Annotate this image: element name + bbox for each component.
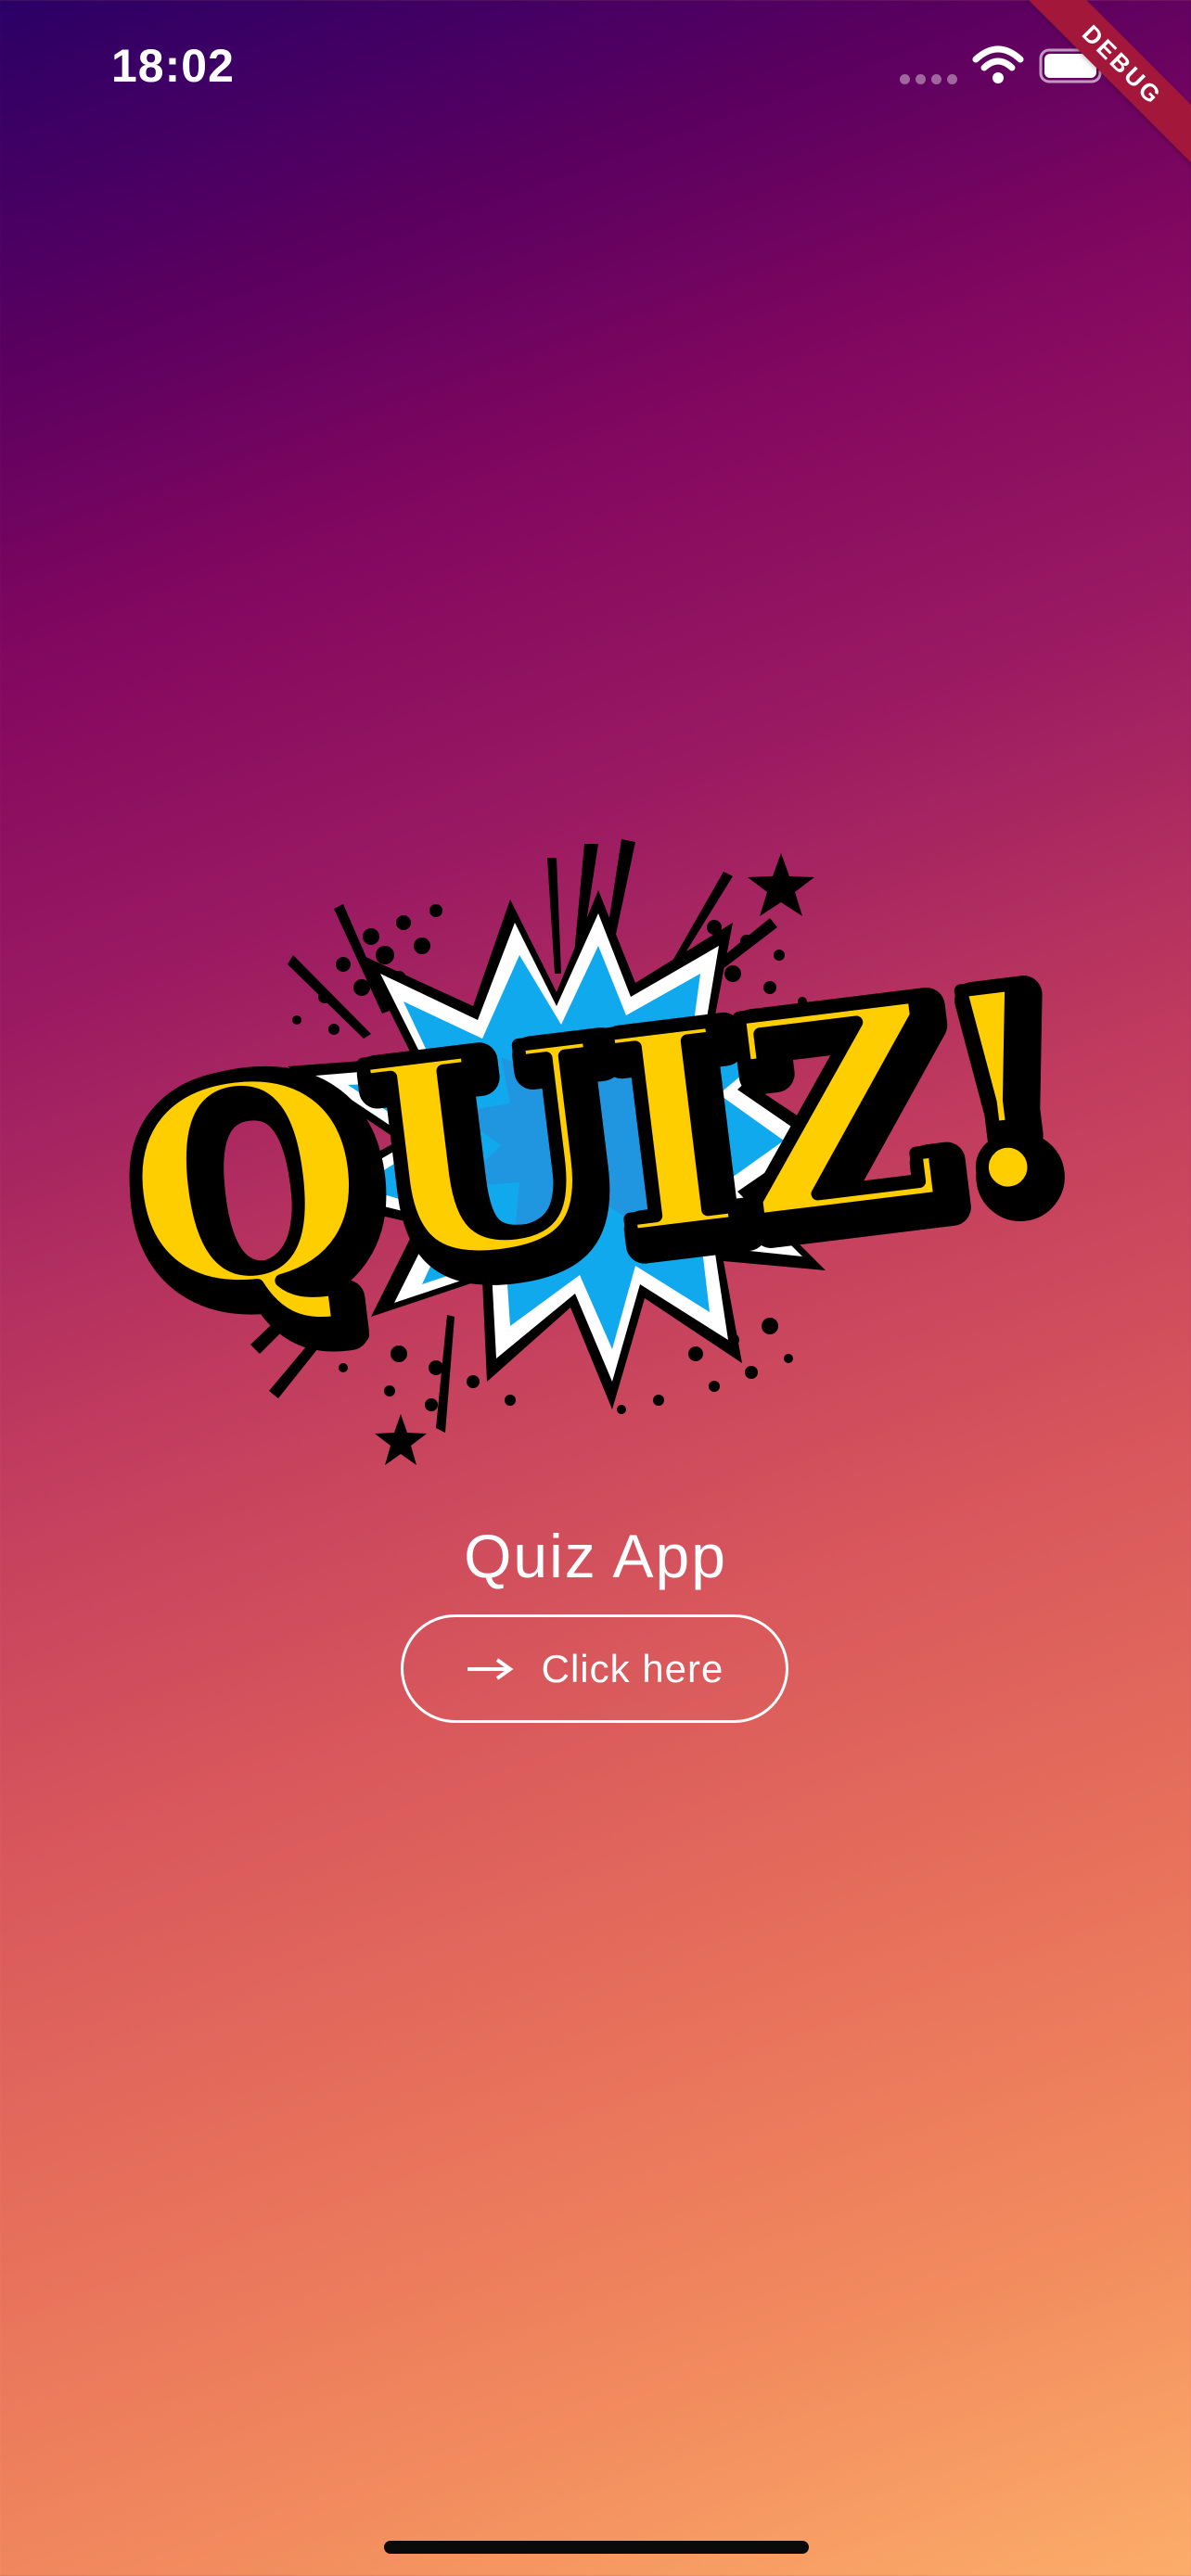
star-icon (375, 1414, 427, 1465)
click-here-button[interactable]: Click here (401, 1614, 788, 1723)
quiz-lettering: QUIZ! QUIZ! (99, 913, 1110, 1390)
home-indicator[interactable] (384, 2541, 809, 2554)
arrow-right-icon (467, 1657, 514, 1680)
star-icon (748, 853, 814, 916)
app-title: Quiz App (464, 1522, 727, 1590)
status-bar: 18:02 (0, 0, 1191, 130)
signal-dots-icon (900, 74, 957, 84)
status-time: 18:02 (111, 40, 235, 92)
wifi-icon (972, 45, 1024, 83)
click-here-label: Click here (541, 1646, 724, 1690)
quiz-logo: QUIZ! QUIZ! (99, 839, 1110, 1465)
svg-text:QUIZ!: QUIZ! (106, 922, 1079, 1361)
